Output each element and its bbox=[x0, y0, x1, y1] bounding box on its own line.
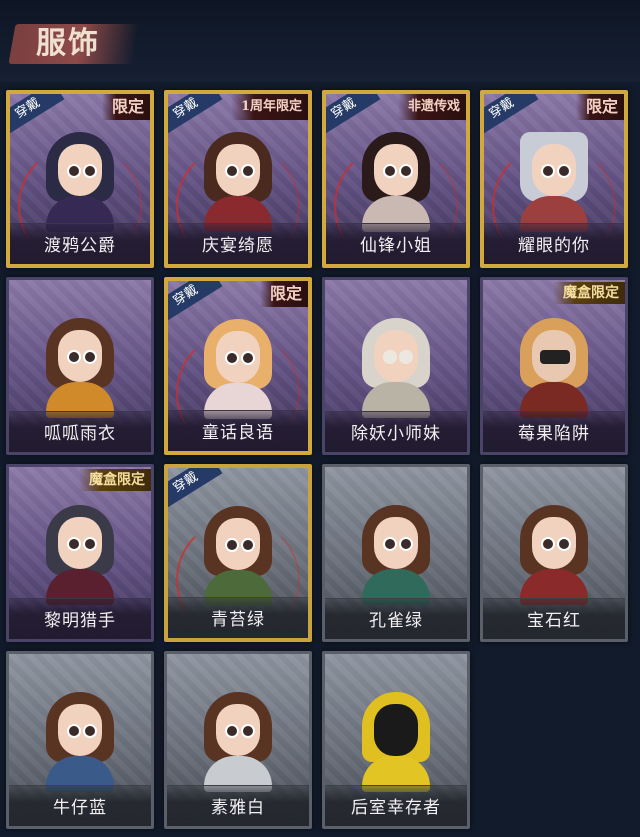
anniversary-limited-tag: 1周年限定 bbox=[230, 94, 308, 120]
outfit-name: 孔雀绿 bbox=[369, 611, 423, 631]
outfit-name: 除妖小师妹 bbox=[351, 424, 441, 444]
outfit-grid: 穿戴 限定 渡鸦公爵 穿戴 1周年限定 庆宴绮愿 穿戴 非遗传戏 仙锋小姐 穿戴… bbox=[0, 0, 640, 837]
outfit-name: 渡鸦公爵 bbox=[44, 236, 116, 256]
outfit-name: 呱呱雨衣 bbox=[44, 424, 116, 444]
outfit-card[interactable]: 穿戴 非遗传戏 仙锋小姐 bbox=[322, 90, 470, 268]
outfit-name: 青苔绿 bbox=[211, 610, 265, 630]
outfit-card[interactable]: 穿戴 限定 耀眼的你 bbox=[480, 90, 628, 268]
outfit-card[interactable]: 穿戴 限定 童话良语 bbox=[164, 277, 312, 455]
character-portrait bbox=[514, 308, 594, 418]
heritage-tag: 非遗传戏 bbox=[397, 94, 466, 120]
character-portrait bbox=[356, 122, 436, 232]
outfit-name: 黎明猎手 bbox=[44, 611, 116, 631]
character-portrait bbox=[514, 122, 594, 232]
outfit-card[interactable]: 穿戴 限定 渡鸦公爵 bbox=[6, 90, 154, 268]
character-portrait bbox=[356, 495, 436, 605]
outfit-name: 后室幸存者 bbox=[351, 798, 441, 818]
outfit-card[interactable]: 牛仔蓝 bbox=[6, 651, 154, 829]
character-portrait bbox=[198, 496, 278, 606]
outfit-card[interactable]: 魔盒限定 莓果陷阱 bbox=[480, 277, 628, 455]
character-portrait bbox=[40, 122, 120, 232]
outfit-card[interactable]: 魔盒限定 黎明猎手 bbox=[6, 464, 154, 642]
outfit-name: 耀眼的你 bbox=[518, 236, 590, 256]
outfit-card[interactable]: 呱呱雨衣 bbox=[6, 277, 154, 455]
character-portrait bbox=[198, 682, 278, 792]
character-portrait bbox=[198, 309, 278, 419]
outfit-name: 素雅白 bbox=[211, 798, 265, 818]
outfit-name: 童话良语 bbox=[202, 423, 274, 443]
outfit-card[interactable]: 后室幸存者 bbox=[322, 651, 470, 829]
character-portrait bbox=[40, 308, 120, 418]
outfit-card[interactable]: 穿戴 1周年限定 庆宴绮愿 bbox=[164, 90, 312, 268]
limited-tag: 限定 bbox=[575, 94, 624, 120]
box-limited-tag: 魔盒限定 bbox=[553, 282, 625, 304]
outfit-name: 庆宴绮愿 bbox=[202, 236, 274, 256]
character-portrait bbox=[40, 682, 120, 792]
outfit-card[interactable]: 宝石红 bbox=[480, 464, 628, 642]
character-portrait bbox=[356, 308, 436, 418]
outfit-name: 莓果陷阱 bbox=[518, 424, 590, 444]
outfit-card[interactable]: 除妖小师妹 bbox=[322, 277, 470, 455]
character-portrait bbox=[198, 122, 278, 232]
character-portrait bbox=[514, 495, 594, 605]
limited-tag: 限定 bbox=[101, 94, 150, 120]
box-limited-tag: 魔盒限定 bbox=[79, 469, 151, 491]
outfit-card[interactable]: 素雅白 bbox=[164, 651, 312, 829]
outfit-name: 仙锋小姐 bbox=[360, 236, 432, 256]
limited-tag: 限定 bbox=[259, 281, 308, 307]
outfit-card[interactable]: 穿戴 青苔绿 bbox=[164, 464, 312, 642]
outfit-name: 宝石红 bbox=[527, 611, 581, 631]
outfit-name: 牛仔蓝 bbox=[53, 798, 107, 818]
outfit-card[interactable]: 孔雀绿 bbox=[322, 464, 470, 642]
character-portrait bbox=[356, 682, 436, 792]
character-portrait bbox=[40, 495, 120, 605]
